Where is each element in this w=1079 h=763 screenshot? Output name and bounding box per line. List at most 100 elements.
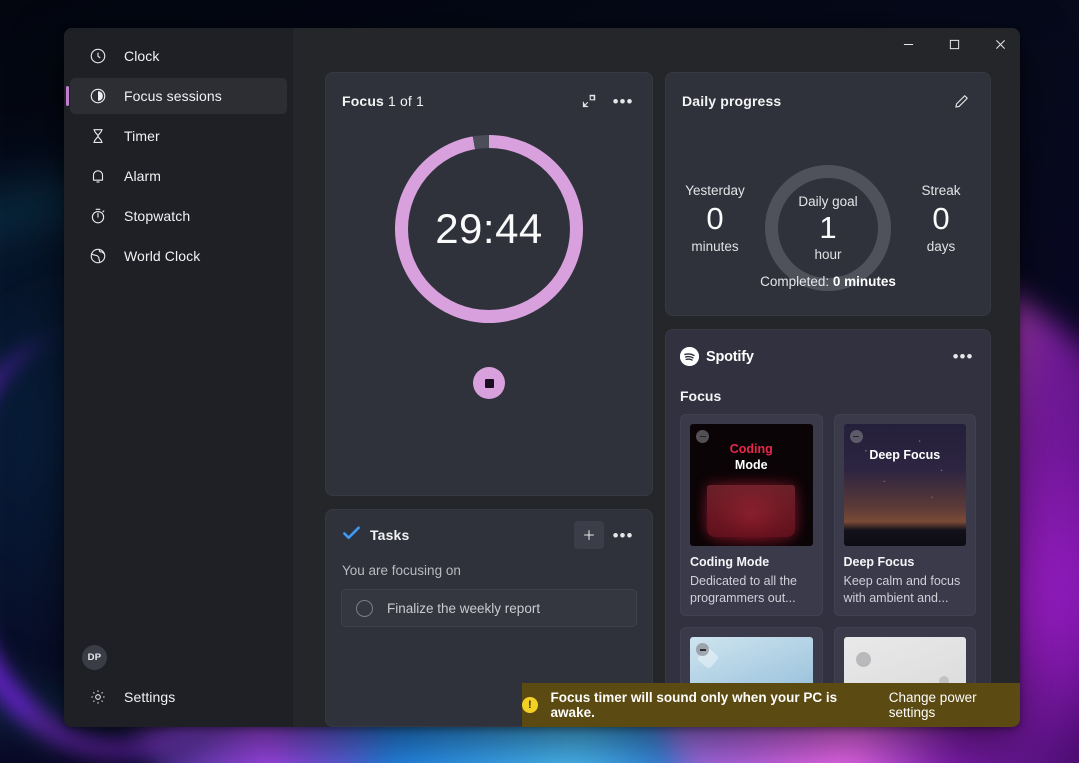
tasks-subtitle: You are focusing on: [326, 549, 652, 589]
stat-unit: days: [897, 239, 985, 254]
playlist-artwork: Deep Focus: [844, 424, 967, 547]
maximize-button[interactable]: [931, 28, 977, 60]
sidebar-item-stopwatch[interactable]: Stopwatch: [70, 198, 287, 234]
avatar[interactable]: DP: [82, 645, 107, 670]
stat-value: 0: [897, 200, 985, 239]
playlist-grid: Coding Mode Coding Mode Dedicated to all…: [666, 414, 990, 727]
focus-title-rest: 1 of 1: [384, 93, 424, 109]
list-item[interactable]: Deep Focus Deep Focus Keep calm and focu…: [834, 414, 977, 617]
completed-summary: Completed: 0 minutes: [666, 274, 990, 289]
sidebar-item-settings[interactable]: Settings: [70, 679, 287, 715]
spotify-logo-icon: [680, 347, 699, 366]
desktop-background: Clock Focus sessions Timer: [0, 0, 1079, 763]
daily-progress-card: Daily progress Yest: [665, 72, 991, 316]
spotify-wordmark: Spotify: [706, 349, 754, 365]
timer-value: 29:44: [435, 205, 543, 253]
focus-session-card: Focus 1 of 1 ••: [325, 72, 653, 496]
tasks-title-row: Tasks: [342, 523, 409, 547]
stat-label: Yesterday: [671, 183, 759, 198]
tasks-card-title: Tasks: [370, 527, 409, 543]
account-row[interactable]: DP: [64, 637, 293, 677]
playlist-name: Coding Mode: [690, 555, 813, 569]
progress-card-actions: [946, 87, 976, 115]
warning-icon: !: [522, 697, 538, 713]
sidebar-item-label: Clock: [124, 48, 160, 64]
sidebar-item-alarm[interactable]: Alarm: [70, 158, 287, 194]
focus-title-bold: Focus: [342, 93, 384, 109]
globe-icon: [88, 246, 108, 266]
sidebar-spacer: [64, 276, 293, 637]
add-task-button[interactable]: [574, 521, 604, 549]
stat-label: Streak: [897, 183, 985, 198]
sidebar-item-timer[interactable]: Timer: [70, 118, 287, 154]
playlist-badge-icon: [850, 430, 863, 443]
more-icon: •••: [613, 527, 634, 544]
stat-streak: Streak 0 days: [897, 165, 985, 254]
stat-value: 0: [671, 200, 759, 239]
panels-container: Focus 1 of 1 ••: [293, 72, 1020, 727]
navigation-sidebar: Clock Focus sessions Timer: [64, 28, 293, 727]
change-power-settings-link[interactable]: Change power settings: [889, 690, 1020, 720]
picture-in-picture-icon[interactable]: [574, 87, 604, 115]
spotify-card: Spotify ••• Focus: [665, 329, 991, 727]
spotify-card-actions: •••: [948, 343, 978, 371]
more-icon: •••: [613, 93, 634, 110]
warning-message: Focus timer will sound only when your PC…: [551, 690, 876, 720]
stop-square-icon: [485, 379, 494, 388]
sidebar-item-label: Alarm: [124, 168, 161, 184]
artwork-title-line-1: Coding: [690, 442, 813, 456]
stat-unit: minutes: [671, 239, 759, 254]
focus-card-header: Focus 1 of 1 ••: [326, 73, 652, 115]
sidebar-item-label: Timer: [124, 128, 160, 144]
more-icon: •••: [953, 348, 974, 365]
sidebar-item-clock[interactable]: Clock: [70, 38, 287, 74]
focus-card-actions: •••: [574, 87, 638, 115]
sidebar-item-world-clock[interactable]: World Clock: [70, 238, 287, 274]
task-checkbox[interactable]: [356, 600, 373, 617]
microsoft-todo-check-icon: [342, 523, 361, 547]
artwork-title-line-2: Mode: [690, 458, 813, 472]
list-item[interactable]: Finalize the weekly report: [341, 589, 637, 627]
tasks-card-actions: •••: [574, 521, 638, 549]
spotify-section-title: Focus: [666, 371, 990, 414]
right-column: Daily progress Yest: [665, 72, 991, 727]
laptop-illustration: [707, 485, 795, 536]
title-bar: [293, 28, 1020, 72]
playlist-description: Dedicated to all the programmers out...: [690, 573, 813, 606]
spotify-brand: Spotify: [680, 347, 754, 366]
spotify-card-header: Spotify •••: [666, 330, 990, 371]
goal-unit: hour: [814, 247, 841, 262]
stars-illustration: [844, 424, 967, 547]
edit-goal-button[interactable]: [946, 87, 976, 115]
artwork-title-line-1: Deep Focus: [844, 448, 967, 462]
focus-card-title: Focus 1 of 1: [342, 93, 424, 109]
sidebar-item-focus-sessions[interactable]: Focus sessions: [70, 78, 287, 114]
spotify-more-options-button[interactable]: •••: [948, 343, 978, 371]
left-column: Focus 1 of 1 ••: [325, 72, 653, 727]
focus-more-options-button[interactable]: •••: [608, 87, 638, 115]
playlist-artwork: Coding Mode: [690, 424, 813, 547]
content-area: Focus 1 of 1 ••: [293, 28, 1020, 727]
tasks-more-options-button[interactable]: •••: [608, 521, 638, 549]
minimize-button[interactable]: [885, 28, 931, 60]
tasks-card-header: Tasks •••: [326, 510, 652, 549]
stat-yesterday: Yesterday 0 minutes: [671, 165, 759, 254]
task-label: Finalize the weekly report: [387, 601, 540, 616]
timer-area: 29:44: [326, 135, 652, 399]
completed-prefix: Completed:: [760, 274, 833, 289]
close-button[interactable]: [977, 28, 1020, 60]
goal-label: Daily goal: [798, 194, 857, 209]
stop-session-button[interactable]: [473, 367, 505, 399]
list-item[interactable]: Coding Mode Coding Mode Dedicated to all…: [680, 414, 823, 617]
sidebar-item-label: Focus sessions: [124, 88, 222, 104]
sidebar-item-label: Settings: [124, 689, 175, 705]
bell-icon: [88, 166, 108, 186]
progress-stats: Yesterday 0 minutes Daily goal 1 hour St…: [666, 165, 990, 291]
clock-icon: [88, 46, 108, 66]
playlist-description: Keep calm and focus with ambient and...: [844, 573, 967, 606]
progress-card-header: Daily progress: [666, 73, 990, 115]
completed-value: 0 minutes: [833, 274, 896, 289]
gear-icon: [88, 687, 108, 707]
focus-sessions-icon: [88, 86, 108, 106]
shape-decoration: [856, 652, 871, 667]
